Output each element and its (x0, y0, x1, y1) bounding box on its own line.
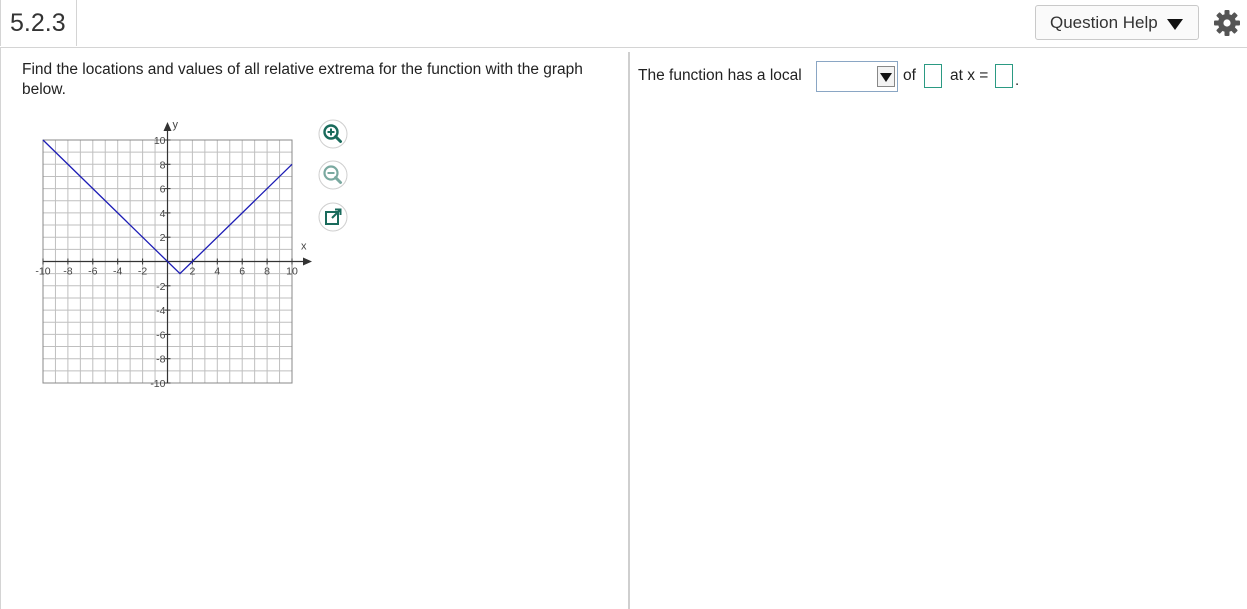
answer-of-text: of (903, 67, 916, 84)
y-axis-label: y (173, 119, 179, 131)
y-tick-label: -4 (156, 305, 165, 317)
question-prompt: Find the locations and values of all rel… (22, 61, 583, 98)
x-tick-label: -10 (35, 266, 50, 278)
question-number: 5.2.3 (10, 9, 66, 37)
extremum-value-input[interactable] (924, 64, 942, 88)
caret-down-icon (1167, 19, 1183, 30)
gear-icon[interactable] (1213, 9, 1241, 37)
answer-suffix: . (1015, 72, 1020, 89)
y-tick-label: -6 (156, 329, 165, 341)
x-tick-label: -8 (63, 266, 72, 278)
y-tick-label: -2 (156, 281, 165, 293)
y-tick-label: -8 (156, 354, 165, 366)
extremum-type-select[interactable] (816, 61, 898, 92)
x-tick-label: 10 (286, 266, 298, 278)
zoom-in-icon[interactable] (317, 118, 349, 150)
popout-icon[interactable] (317, 201, 349, 233)
y-tick-label: 4 (160, 208, 166, 220)
x-tick-label: 2 (189, 266, 195, 278)
x-tick-label: 6 (239, 266, 245, 278)
y-tick-label: 10 (154, 135, 166, 147)
y-tick-label: 8 (160, 159, 166, 171)
x-axis-arrow (303, 257, 312, 266)
function-graph: -10 -8 -6 -4 -2 2 4 6 8 10 10 8 6 4 2 -2 -4 -6 -8 -10 x y (35, 119, 312, 390)
pane-divider[interactable] (628, 52, 630, 609)
answer-prefix-text: The function has a local (638, 67, 802, 84)
y-axis-arrow (163, 122, 172, 131)
x-axis-label: x (301, 241, 307, 253)
x-location-input[interactable] (995, 64, 1013, 88)
question-help-label: Question Help (1050, 13, 1158, 32)
question-number-box: 5.2.3 (0, 0, 77, 46)
x-tick-label: 4 (214, 266, 220, 278)
question-help-button[interactable]: Question Help (1035, 5, 1199, 40)
x-tick-label: -2 (138, 266, 147, 278)
graph-axes (43, 122, 312, 383)
graph-ticks: -10 -8 -6 -4 -2 2 4 6 8 10 10 8 6 4 2 -2 -4 -6 -8 -10 (35, 135, 298, 390)
x-tick-label: -6 (88, 266, 97, 278)
answer-at-text: at x = (950, 67, 989, 84)
left-border (0, 47, 1, 609)
x-tick-label: 8 (264, 266, 270, 278)
dropdown-arrow-icon[interactable] (877, 66, 895, 87)
y-tick-label: 2 (160, 232, 166, 244)
zoom-out-icon[interactable] (317, 159, 349, 191)
x-tick-label: -4 (113, 266, 122, 278)
y-tick-label: -10 (150, 378, 165, 390)
y-tick-label: 6 (160, 184, 166, 196)
